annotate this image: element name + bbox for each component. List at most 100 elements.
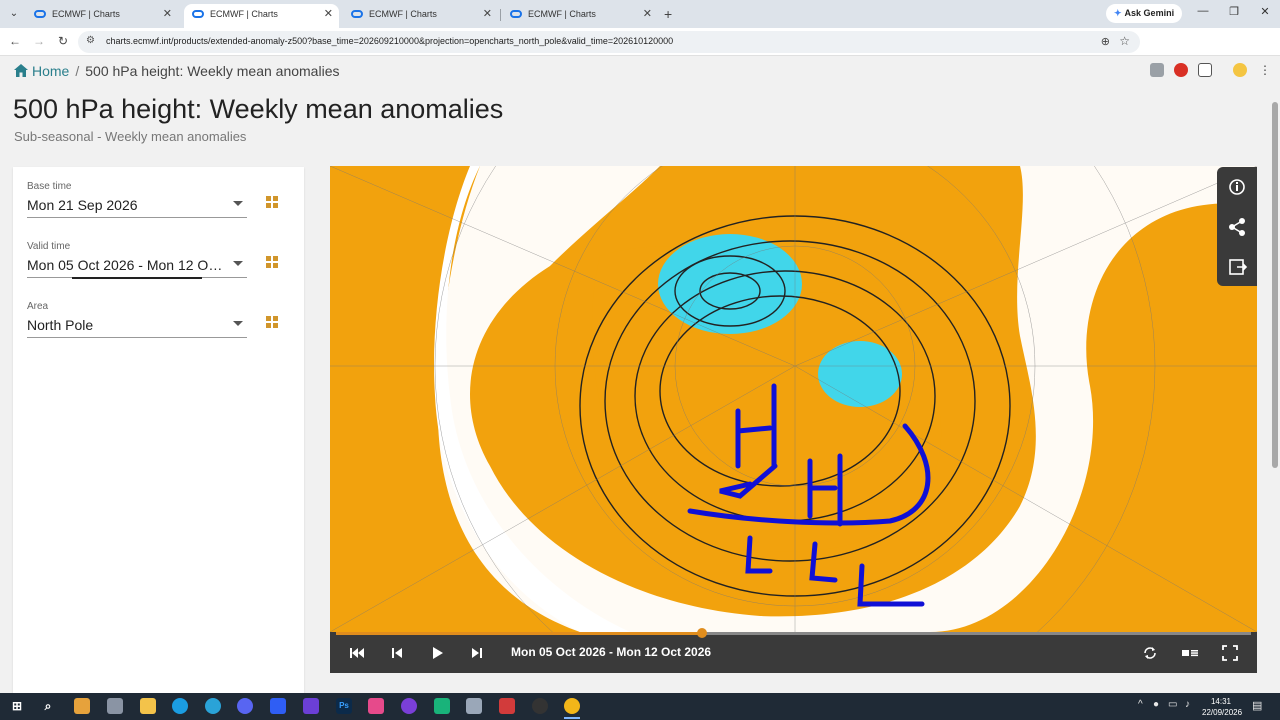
skip-to-start-icon[interactable] (347, 643, 367, 663)
anomaly-map-chart[interactable] (330, 166, 1257, 632)
notes-app-icon[interactable] (499, 698, 515, 714)
telegram-icon[interactable] (205, 698, 221, 714)
chrome-icon[interactable] (564, 698, 580, 714)
page-subtitle: Sub-seasonal - Weekly mean anomalies (14, 129, 247, 144)
utility-app-icon[interactable] (466, 698, 482, 714)
gemini-sparkle-icon: ✦ (1114, 8, 1122, 18)
fullscreen-icon[interactable] (1220, 643, 1240, 663)
dropdown-arrow-icon[interactable] (233, 261, 243, 266)
valid-time-select[interactable]: Valid time Mon 05 Oct 2026 - Mon 12 Oct … (27, 241, 247, 279)
info-icon[interactable] (1217, 167, 1257, 207)
base-time-select[interactable]: Base time Mon 21 Sep 2026 (27, 181, 247, 218)
file-explorer-icon[interactable] (140, 698, 156, 714)
address-bar[interactable]: ⚙ charts.ecmwf.int/products/extended-ano… (78, 31, 1140, 53)
timeline-handle[interactable] (697, 628, 707, 638)
browser-tab-strip: ⌄ ECMWF | Charts ✕ ECMWF | Charts ✕ ECMW… (0, 0, 1280, 28)
valid-time-value[interactable]: Mon 05 Oct 2026 - Mon 12 Oct 2026 (27, 257, 225, 277)
search-icon[interactable]: ⌕ (40, 698, 56, 714)
messenger-app-icon[interactable] (270, 698, 286, 714)
browser-toolbar: ← → ↻ ⚙ charts.ecmwf.int/products/extend… (0, 28, 1280, 77)
grid-view-icon[interactable] (266, 196, 279, 209)
new-tab-plus-icon[interactable]: + (664, 4, 678, 24)
edge-browser-icon[interactable] (172, 698, 188, 714)
breadcrumb-current: 500 hPa height: Weekly mean anomalies (85, 63, 340, 79)
valid-time-label: Valid time (27, 241, 71, 252)
field-underline (27, 217, 247, 218)
discord-icon[interactable] (237, 698, 253, 714)
video-app-icon[interactable] (303, 698, 319, 714)
extension-icon[interactable] (1150, 63, 1164, 77)
task-view-icon[interactable] (107, 698, 123, 714)
area-label: Area (27, 301, 49, 312)
grid-view-icon[interactable] (266, 316, 279, 329)
browser-tab-2[interactable]: ECMWF | Charts ✕ (184, 4, 339, 28)
adblock-icon[interactable] (1174, 63, 1188, 77)
grid-view-icon[interactable] (266, 256, 279, 269)
windows-start-icon[interactable]: ⊞ (9, 698, 25, 714)
scrollbar-thumb[interactable] (1272, 102, 1278, 468)
step-back-icon[interactable] (387, 643, 407, 663)
bookmark-star-icon[interactable]: ☆ (1119, 34, 1130, 48)
circle-app-icon[interactable] (401, 698, 417, 714)
chat-app-icon[interactable] (434, 698, 450, 714)
tab-title: ECMWF | Charts (369, 9, 437, 19)
profile-avatar-icon[interactable] (1233, 63, 1247, 77)
close-icon[interactable]: ✕ (643, 4, 652, 24)
clock-time: 14:31 (1210, 697, 1232, 706)
play-icon[interactable] (427, 643, 447, 663)
notifications-icon[interactable]: ▤ (1252, 699, 1262, 712)
breadcrumb-home-link[interactable]: Home (32, 63, 69, 79)
extensions-puzzle-icon[interactable] (1198, 63, 1212, 77)
minimize-icon[interactable]: — (1195, 5, 1211, 17)
base-time-value[interactable]: Mon 21 Sep 2026 (27, 197, 225, 217)
step-forward-icon[interactable] (467, 643, 487, 663)
ecmwf-favicon-icon (192, 10, 204, 18)
volume-icon[interactable]: ♪ (1185, 699, 1190, 710)
field-focus-underline (72, 277, 202, 279)
area-select[interactable]: Area North Pole (27, 301, 247, 338)
timeline-progress (336, 632, 702, 635)
close-icon[interactable]: ✕ (324, 4, 333, 24)
area-value[interactable]: North Pole (27, 317, 225, 337)
photoshop-icon[interactable]: Ps (336, 698, 352, 714)
reload-icon[interactable]: ↻ (55, 34, 71, 48)
network-icon[interactable]: ▭ (1168, 699, 1177, 710)
camera-app-icon[interactable] (368, 698, 384, 714)
dropdown-arrow-icon[interactable] (233, 321, 243, 326)
dropdown-arrow-icon[interactable] (233, 201, 243, 206)
ask-gemini-label: Ask Gemini (1124, 8, 1175, 18)
back-arrow-icon[interactable]: ← (7, 34, 23, 48)
steam-icon[interactable] (532, 698, 548, 714)
tray-overflow-icon[interactable]: ^ (1138, 699, 1143, 710)
close-icon[interactable]: ✕ (163, 4, 172, 24)
loop-icon[interactable] (1140, 643, 1160, 663)
share-icon[interactable] (1217, 207, 1257, 247)
close-icon[interactable]: ✕ (483, 4, 492, 24)
animation-player: Mon 05 Oct 2026 - Mon 12 Oct 2026 (330, 628, 1257, 673)
site-info-icon[interactable]: ⚙ (86, 35, 95, 46)
active-app-indicator (564, 717, 580, 719)
microphone-icon[interactable]: ● (1153, 699, 1159, 710)
clock-date: 22/09/2026 (1202, 708, 1243, 717)
tab-search-menu-icon[interactable]: ⌄ (4, 4, 24, 24)
browser-tab-4[interactable]: ECMWF | Charts ✕ (502, 4, 658, 28)
export-icon[interactable] (1217, 247, 1257, 287)
page-scrollbar[interactable] (1270, 58, 1280, 693)
forward-arrow-icon[interactable]: → (31, 34, 47, 48)
taskbar-clock[interactable]: 14:31 22/09/2026 (1202, 696, 1243, 718)
field-underline (27, 337, 247, 338)
restore-icon[interactable]: ❐ (1226, 5, 1242, 18)
url-text[interactable]: charts.ecmwf.int/products/extended-anoma… (106, 36, 673, 46)
browser-tab-3[interactable]: ECMWF | Charts ✕ (343, 4, 498, 28)
home-icon[interactable] (14, 64, 28, 77)
chart-side-toolbar (1217, 167, 1257, 286)
ask-gemini-button[interactable]: ✦ Ask Gemini (1106, 4, 1183, 23)
zoom-icon[interactable]: ⊕ (1101, 35, 1110, 48)
browser-tab-1[interactable]: ECMWF | Charts ✕ (26, 4, 178, 28)
window-close-icon[interactable]: ✕ (1257, 5, 1273, 18)
base-time-label: Base time (27, 181, 72, 192)
layers-menu-icon[interactable] (1180, 643, 1200, 663)
page-title: 500 hPa height: Weekly mean anomalies (13, 94, 504, 124)
copilot-icon[interactable] (74, 698, 90, 714)
ecmwf-favicon-icon (351, 10, 363, 18)
